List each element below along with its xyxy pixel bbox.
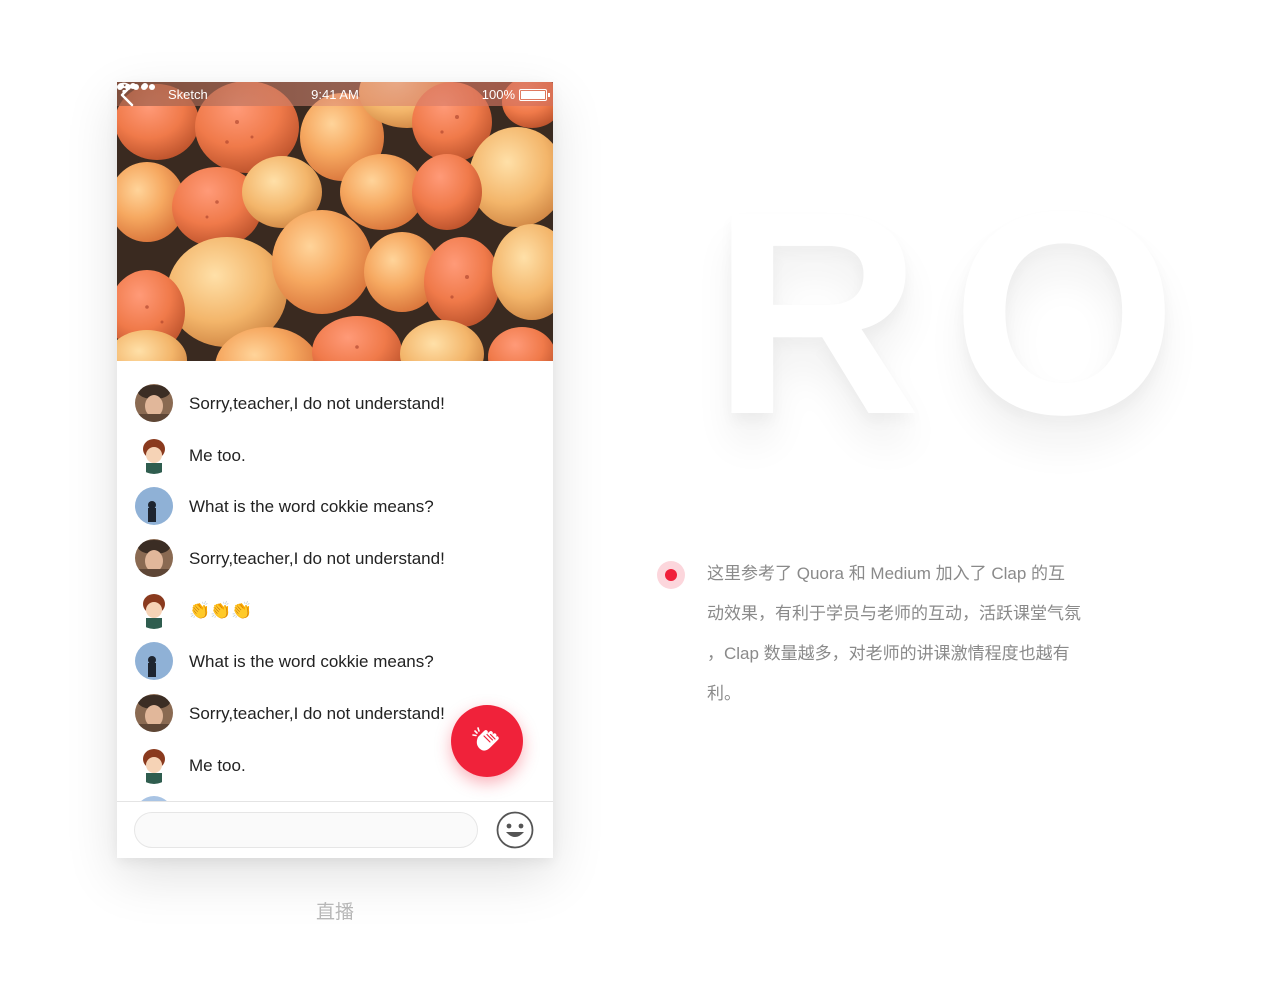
description-line: 这里参考了 Quora 和 Medium 加入了 Clap 的互 bbox=[707, 564, 1066, 583]
description-text: 这里参考了 Quora 和 Medium 加入了 Clap 的互 动效果，有利于… bbox=[707, 560, 1107, 720]
input-bar bbox=[117, 802, 553, 858]
message-text: What is the word cokkie means? bbox=[189, 652, 434, 671]
message-text: What is the word cokkie means? bbox=[189, 497, 434, 516]
chat-message: What is the word cokkie means? bbox=[117, 640, 553, 692]
avatar-cartoon-boy[interactable] bbox=[135, 591, 173, 629]
avatar-cartoon-boy[interactable] bbox=[135, 436, 173, 474]
message-text: Sorry,teacher,I do not understand! bbox=[189, 704, 445, 723]
chat-message: What is the word cokkie means? bbox=[117, 485, 553, 537]
battery-icon bbox=[519, 89, 550, 101]
bullet-dot-icon bbox=[657, 561, 685, 589]
description-line: ，Clap 数量越多，对老师的讲课激情程度也越有 bbox=[707, 644, 1070, 663]
chat-message: Me too. bbox=[117, 434, 553, 486]
message-input[interactable] bbox=[134, 812, 478, 848]
status-bar: Sketch 9:41 AM 100% bbox=[117, 82, 553, 106]
avatar-photo-man-hat[interactable] bbox=[135, 694, 173, 732]
phone-mockup: Sketch 9:41 AM 100% Sorry,teacher,I do n… bbox=[117, 82, 553, 858]
apricots-photo bbox=[117, 82, 553, 361]
hero-image-apricots: Sketch 9:41 AM 100% bbox=[117, 82, 553, 361]
emoji-face-icon[interactable] bbox=[496, 811, 534, 849]
clap-hands-icon bbox=[472, 727, 499, 751]
battery-percent: 100% bbox=[481, 87, 515, 102]
chat-message: 👏👏👏 bbox=[117, 589, 553, 641]
avatar-cartoon-boy[interactable] bbox=[135, 746, 173, 784]
avatar-blue-sky-person[interactable] bbox=[135, 642, 173, 680]
more-dots-icon[interactable] bbox=[117, 82, 149, 90]
avatar-blue-sky-person[interactable] bbox=[135, 487, 173, 525]
description-line: 利。 bbox=[707, 684, 741, 703]
clap-button[interactable] bbox=[451, 705, 523, 777]
chat-message: Sorry,teacher,I do not understand! bbox=[117, 382, 553, 434]
message-text: Sorry,teacher,I do not understand! bbox=[189, 549, 445, 568]
screen-caption: 直播 bbox=[315, 902, 354, 923]
message-text: Sorry,teacher,I do not understand! bbox=[189, 394, 445, 413]
message-text: Me too. bbox=[189, 446, 246, 465]
message-text: Me too. bbox=[189, 756, 246, 775]
chat-message: Sorry,teacher,I do not understand! bbox=[117, 537, 553, 589]
avatar-photo-man-hat[interactable] bbox=[135, 384, 173, 422]
avatar-photo-man-hat[interactable] bbox=[135, 539, 173, 577]
background-letters: RO bbox=[712, 151, 1207, 475]
message-text-claps: 👏👏👏 bbox=[189, 601, 253, 620]
description-line: 动效果，有利于学员与老师的互动，活跃课堂气氛 bbox=[707, 604, 1081, 623]
